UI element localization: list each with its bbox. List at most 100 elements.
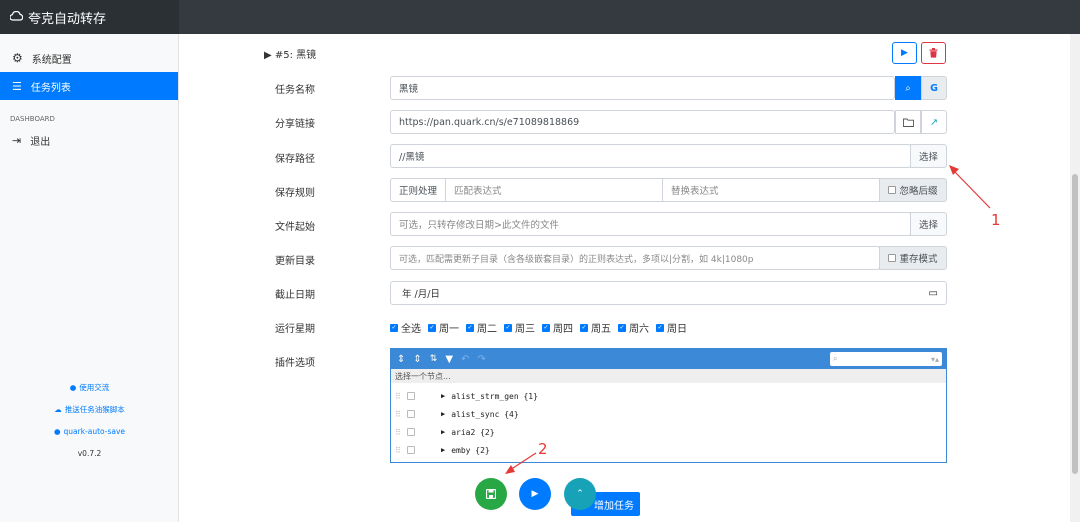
scroll-top-button[interactable]: ⌃ [564, 478, 596, 510]
chevron-up-icon: ⌃ [576, 489, 584, 499]
save-path-value: //黑镜 [399, 152, 425, 163]
replace-placeholder: 替换表达式 [671, 186, 719, 197]
replace-pattern-input[interactable]: 替换表达式 [662, 178, 880, 202]
deadline-date-input[interactable]: 年 /月/日 ▭ [390, 281, 947, 305]
weekday-label: 全选 [401, 324, 421, 335]
check-icon: ✓ [656, 323, 664, 332]
search-resource-button[interactable]: ⌕ [895, 76, 921, 100]
share-link-value: https://pan.quark.cn/s/e71089818869 [399, 116, 580, 128]
regex-toggle-button[interactable]: 正则处理 [390, 178, 446, 202]
node-checkbox[interactable] [407, 446, 415, 454]
annotation-label-1: 1 [991, 211, 1001, 229]
expand-all-icon[interactable]: ⇕ [397, 354, 405, 365]
task-name-input[interactable]: 黑镜 [390, 76, 895, 100]
sidebar-footer: ● 使用交流 ☁ 推送任务油猴脚本 ● quark-auto-save v0.7… [0, 376, 179, 464]
date-placeholder: 年 /月/日 [402, 289, 440, 300]
sort-icon[interactable]: ⇅ [430, 354, 438, 364]
run-task-button[interactable]: ▶ [892, 42, 917, 64]
weekday-thu[interactable]: ✓ 周四 [542, 320, 573, 335]
weekday-wed[interactable]: ✓ 周三 [504, 320, 535, 335]
link-label: 推送任务油猴脚本 [64, 404, 125, 414]
share-link-input[interactable]: https://pan.quark.cn/s/e71089818869 [390, 110, 895, 134]
task-header[interactable]: ▶ #5: 黑镜 [264, 46, 316, 61]
link-community[interactable]: ● 使用交流 [0, 376, 179, 398]
collapse-all-icon[interactable]: ⇕ [413, 354, 421, 365]
browse-share-button[interactable] [895, 110, 921, 134]
version-label: v0.7.2 [77, 448, 102, 458]
weekday-all[interactable]: ✓ 全选 [390, 320, 421, 335]
tree-search-input[interactable]: ⌕ ▾▴ [830, 352, 942, 366]
trash-icon [929, 48, 938, 58]
redo-icon[interactable]: ↷ [477, 354, 485, 365]
node-label: alist_sync {4} [451, 409, 519, 419]
weekday-sat[interactable]: ✓ 周六 [618, 320, 649, 335]
rename-mode-checkbox[interactable] [888, 254, 897, 262]
expand-icon[interactable]: ▶ [441, 410, 445, 418]
sidebar-item-label: 退出 [30, 136, 51, 148]
share-link-label: 分享链接 [275, 119, 315, 130]
ignore-extension-toggle[interactable]: 忽略后缀 [879, 178, 947, 202]
save-rule-label: 保存规则 [275, 188, 315, 199]
select-save-path-button[interactable]: 选择 [910, 144, 947, 168]
open-share-link-button[interactable]: ↗ [921, 110, 947, 134]
check-icon: ✓ [466, 323, 474, 332]
sidebar-item-logout[interactable]: ⇥ 退出 [0, 126, 178, 154]
save-path-input[interactable]: //黑镜 [390, 144, 911, 168]
tree-node[interactable]: ⠿ ▶ alist_strm_gen {1} [391, 387, 946, 405]
expand-icon[interactable]: ▶ [441, 392, 445, 400]
filter-icon[interactable]: ▼ [445, 354, 453, 365]
expand-icon[interactable]: ▶ [441, 446, 445, 454]
drag-handle-icon[interactable]: ⠿ [391, 446, 405, 455]
weekday-mon[interactable]: ✓ 周一 [428, 320, 459, 335]
link-github[interactable]: ● quark-auto-save [0, 420, 179, 442]
drag-handle-icon[interactable]: ⠿ [391, 392, 405, 401]
save-button[interactable] [475, 478, 507, 510]
google-icon: G [930, 82, 938, 94]
calendar-icon[interactable]: ▭ [929, 288, 938, 299]
node-checkbox[interactable] [407, 392, 415, 400]
node-checkbox[interactable] [407, 410, 415, 418]
ignore-extension-checkbox[interactable] [888, 186, 897, 194]
tree-node[interactable]: ⠿ ▶ alist_sync {4} [391, 405, 946, 423]
delete-task-button[interactable] [921, 42, 946, 64]
check-icon: ✓ [542, 323, 550, 332]
match-placeholder: 匹配表达式 [454, 186, 502, 197]
link-userscript[interactable]: ☁ 推送任务油猴脚本 [0, 398, 179, 420]
app-title: 夸克自动转存 [28, 11, 107, 27]
tree-node[interactable]: ⠿ ▶ aria2 {2} [391, 423, 946, 441]
sidebar-item-task-list[interactable]: ☰ 任务列表 [0, 72, 178, 100]
folder-icon [902, 118, 914, 127]
node-checkbox[interactable] [407, 428, 415, 436]
weekday-fri[interactable]: ✓ 周五 [580, 320, 611, 335]
rename-mode-toggle[interactable]: 重存模式 [879, 246, 947, 270]
match-pattern-input[interactable]: 匹配表达式 [445, 178, 663, 202]
app-brand[interactable]: 夸克自动转存 [0, 0, 179, 34]
page-scrollbar[interactable] [1070, 34, 1080, 522]
chat-icon: ● [69, 382, 77, 392]
tree-node[interactable]: ⠿ ▶ emby {2} [391, 441, 946, 459]
weekday-label: 周日 [667, 324, 687, 335]
scrollbar-thumb[interactable] [1072, 174, 1078, 474]
run-all-button[interactable]: ▶ [519, 478, 551, 510]
deadline-label: 截止日期 [275, 290, 315, 301]
weekday-label: 周五 [591, 324, 611, 335]
google-search-button[interactable]: G [921, 76, 947, 100]
weekday-tue[interactable]: ✓ 周二 [466, 320, 497, 335]
undo-icon[interactable]: ↶ [461, 354, 469, 365]
drag-handle-icon[interactable]: ⠿ [391, 410, 405, 419]
file-start-input[interactable]: 可选，只转存修改日期>此文件的文件 [390, 212, 911, 236]
search-nav-icon[interactable]: ▾▴ [931, 355, 939, 364]
play-icon: ▶ [531, 489, 539, 499]
sidebar-section-heading: DASHBOARD [10, 115, 55, 123]
drag-handle-icon[interactable]: ⠿ [391, 428, 405, 437]
select-file-start-button[interactable]: 选择 [910, 212, 947, 236]
annotation-label-2: 2 [538, 440, 548, 458]
update-dir-input[interactable]: 可选，匹配需更新子目录（含各级嵌套目录）的正则表达式，多项以|分割，如 4k|1… [390, 246, 880, 270]
weekday-sun[interactable]: ✓ 周日 [656, 320, 687, 335]
file-start-label: 文件起始 [275, 222, 315, 233]
expand-icon[interactable]: ▶ [441, 428, 445, 436]
list-icon: ☰ [12, 79, 22, 93]
cloud-icon: ☁ [54, 404, 62, 414]
sidebar-item-system-config[interactable]: ⚙ 系统配置 [0, 44, 178, 72]
weekday-label: 周一 [439, 324, 459, 335]
